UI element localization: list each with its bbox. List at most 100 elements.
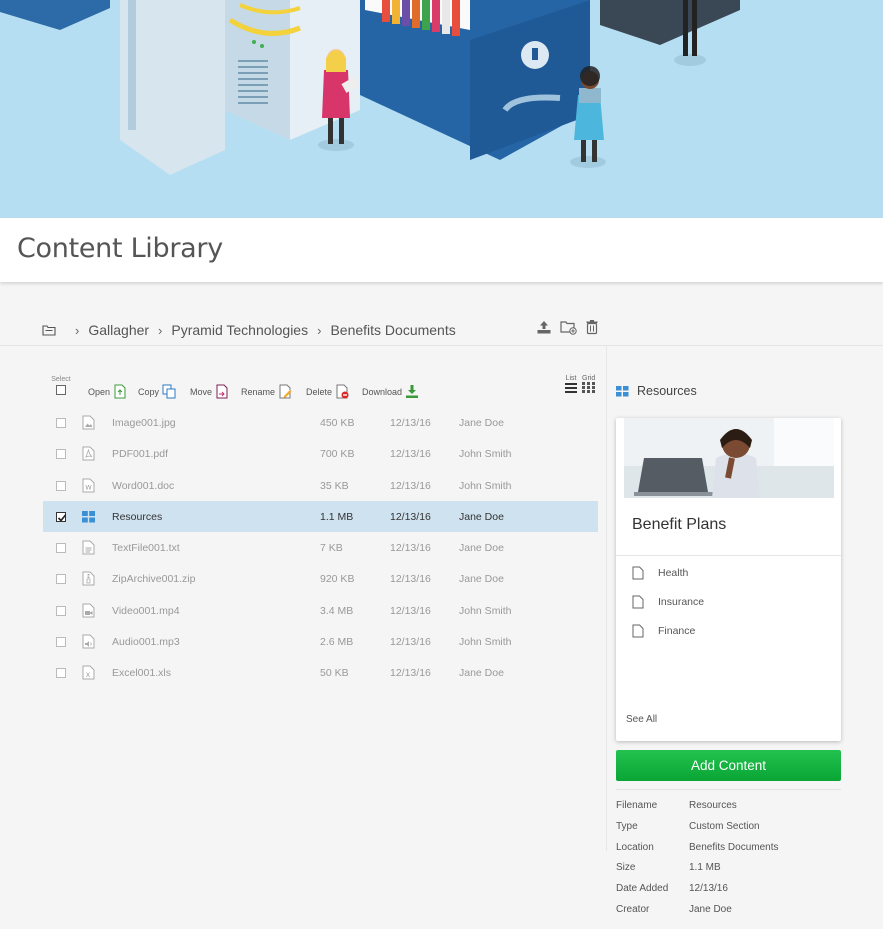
see-all-link[interactable]: See All [626, 714, 657, 725]
file-creator: John Smith [459, 604, 512, 617]
row-checkbox[interactable] [56, 605, 66, 616]
property-value: Custom Section [689, 820, 760, 832]
select-all[interactable]: Select [50, 376, 72, 395]
open-button[interactable]: Open [88, 384, 127, 399]
row-checkbox[interactable] [56, 637, 66, 648]
section-grid-icon [82, 509, 95, 524]
divider [616, 789, 841, 790]
file-name[interactable]: Image001.jpg [112, 417, 176, 429]
file-size: 920 KB [320, 573, 355, 586]
trash-icon[interactable] [584, 319, 600, 335]
file-name[interactable]: Resources [112, 511, 162, 523]
property-value: Jane Doe [689, 903, 732, 915]
view-switcher: List Grid [565, 375, 595, 393]
move-button[interactable]: Move [190, 384, 229, 399]
file-date: 12/13/16 [390, 448, 431, 461]
breadcrumb-item-gallagher[interactable]: Gallagher [88, 322, 149, 338]
file-row[interactable]: Resources 1.1 MB 12/13/16 Jane Doe [43, 500, 598, 533]
breadcrumb-item-pyramid[interactable]: Pyramid Technologies [171, 322, 308, 338]
upload-icon[interactable] [536, 319, 552, 335]
property-key: Location [616, 841, 654, 853]
property-value: Resources [689, 800, 737, 811]
file-name[interactable]: ZipArchive001.zip [112, 573, 195, 585]
file-date: 12/13/16 [390, 604, 431, 617]
download-button[interactable]: Download [362, 384, 419, 399]
rename-button[interactable]: Rename [241, 384, 292, 399]
property-key: Filename [616, 800, 658, 811]
row-checkbox[interactable] [56, 480, 66, 491]
select-all-checkbox[interactable] [56, 385, 66, 395]
delete-label: Delete [306, 386, 333, 397]
download-icon [406, 385, 419, 398]
card-item-health[interactable]: Health [632, 566, 688, 580]
list-view-toggle[interactable]: List [565, 375, 577, 393]
add-content-button[interactable]: Add Content [616, 750, 841, 781]
file-creator: John Smith [459, 479, 512, 492]
copy-button[interactable]: Copy [138, 384, 176, 399]
file-name[interactable]: PDF001.pdf [112, 448, 168, 460]
file-row[interactable]: TextFile001.txt 7 KB 12/13/16 Jane Doe [43, 532, 598, 563]
breadcrumb-separator: › [75, 322, 80, 338]
row-checkbox[interactable] [56, 574, 66, 585]
panel-title: Resources [637, 384, 697, 398]
row-checkbox[interactable] [56, 449, 66, 460]
property-value: 1.1 MB [689, 862, 721, 874]
delete-button[interactable]: Delete [306, 384, 349, 399]
open-icon [114, 384, 126, 399]
excel-file-icon: X [82, 665, 95, 680]
file-date: 12/13/16 [390, 636, 431, 649]
file-size: 50 KB [320, 667, 349, 680]
file-row[interactable]: X Excel001.xls 50 KB 12/13/16 Jane Doe [43, 657, 598, 688]
document-icon [632, 566, 644, 580]
file-row[interactable]: Video001.mp4 3.4 MB 12/13/16 John Smith [43, 595, 598, 626]
move-icon [216, 384, 228, 399]
file-name[interactable]: Excel001.xls [112, 667, 171, 679]
delete-icon [336, 384, 349, 399]
file-row[interactable]: ZipArchive001.zip 920 KB 12/13/16 Jane Doe [43, 563, 598, 594]
card-item-insurance[interactable]: Insurance [632, 595, 704, 609]
select-label: Select [51, 376, 71, 383]
file-row[interactable]: W Word001.doc 35 KB 12/13/16 John Smith [43, 470, 598, 501]
row-checkbox[interactable] [56, 418, 66, 428]
section-grid-icon [616, 385, 629, 396]
file-date: 12/13/16 [390, 417, 431, 429]
file-row[interactable]: Audio001.mp3 2.6 MB 12/13/16 John Smith [43, 626, 598, 657]
file-name[interactable]: Audio001.mp3 [112, 636, 180, 648]
card-photo [624, 418, 834, 498]
row-checkbox[interactable] [56, 511, 67, 522]
audio-file-icon [82, 634, 95, 649]
word-file-icon: W [82, 478, 95, 493]
file-name[interactable]: Video001.mp4 [112, 605, 180, 617]
title-bar: Content Library [0, 218, 883, 282]
file-name[interactable]: TextFile001.txt [112, 542, 180, 554]
file-creator: John Smith [459, 448, 512, 461]
file-date: 12/13/16 [390, 573, 431, 586]
row-checkbox[interactable] [56, 543, 66, 554]
section-preview-card[interactable]: Benefit Plans Health Insurance Finance S… [616, 418, 841, 741]
hero-illustration [0, 0, 883, 218]
video-file-icon [82, 603, 95, 618]
card-item-finance[interactable]: Finance [632, 624, 695, 638]
file-row[interactable]: Image001.jpg 450 KB 12/13/16 Jane Doe [43, 407, 598, 438]
checkmark-icon [57, 514, 67, 522]
breadcrumb-separator: › [158, 322, 163, 338]
file-row[interactable]: PDF001.pdf 700 KB 12/13/16 John Smith [43, 438, 598, 469]
row-checkbox[interactable] [56, 668, 66, 679]
folder-actions [536, 319, 600, 335]
property-key: Type [616, 820, 638, 832]
rename-label: Rename [241, 386, 276, 397]
file-name[interactable]: Word001.doc [112, 480, 174, 492]
new-folder-icon[interactable] [560, 319, 577, 335]
folder-icon[interactable] [42, 324, 56, 336]
file-creator: Jane Doe [459, 542, 504, 555]
file-list: Image001.jpg 450 KB 12/13/16 Jane Doe PDF001… [43, 407, 598, 689]
svg-text:W: W [85, 483, 92, 491]
file-date: 12/13/16 [390, 510, 431, 523]
breadcrumb-item-benefits[interactable]: Benefits Documents [330, 322, 455, 338]
file-date: 12/13/16 [390, 479, 431, 492]
text-file-icon [82, 540, 95, 555]
property-key: Creator [616, 903, 650, 915]
grid-view-toggle[interactable]: Grid [582, 375, 595, 393]
list-view-label: List [565, 375, 577, 382]
open-label: Open [88, 386, 111, 397]
